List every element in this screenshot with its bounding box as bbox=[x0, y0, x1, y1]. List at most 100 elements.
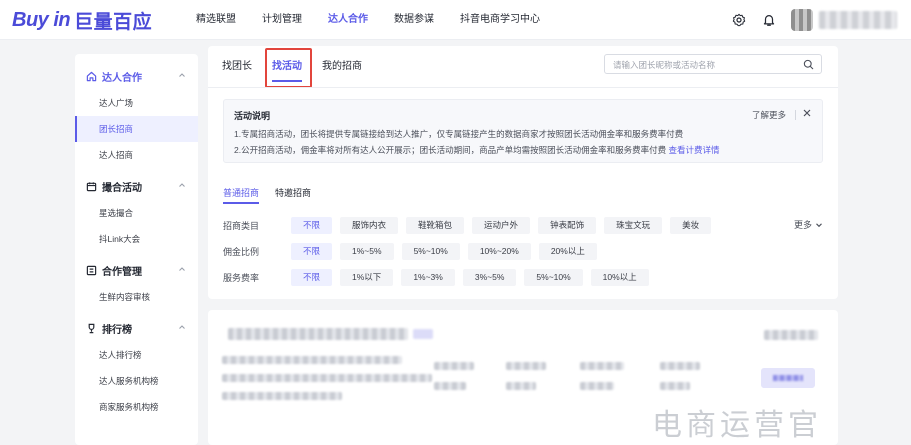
sidebar-group-influencer-cooperation[interactable]: 达人合作 bbox=[75, 62, 198, 90]
filter-chip[interactable]: 5%~10% bbox=[401, 242, 460, 260]
more-filters-label: 更多 bbox=[793, 220, 812, 230]
sidebar-group-rankings[interactable]: 排行榜 bbox=[75, 314, 198, 342]
more-filters-button[interactable]: 更多 bbox=[794, 218, 823, 231]
filter-chip[interactable]: 20%以上 bbox=[538, 242, 597, 260]
filter-chip[interactable]: 10%~20% bbox=[467, 242, 531, 260]
annotation-highlight-box bbox=[265, 48, 312, 88]
subtab-normal-recruitment[interactable]: 普通招商 bbox=[223, 186, 260, 204]
user-name-blurred[interactable] bbox=[819, 11, 897, 29]
chevron-down-icon bbox=[816, 222, 822, 227]
trophy-icon bbox=[85, 322, 97, 334]
filter-chip[interactable]: 不限 bbox=[291, 268, 333, 286]
billing-details-link[interactable]: 查看计费详情 bbox=[668, 145, 719, 155]
tab-find-leader[interactable]: 找团长 bbox=[222, 54, 252, 80]
sidebar-item-douyin-link[interactable]: 抖Link大会 bbox=[75, 226, 198, 252]
filter-label: 招商类目 bbox=[223, 220, 260, 231]
sidebar-group-label: 排行榜 bbox=[102, 324, 132, 336]
sidebar-item-fresh-content-review[interactable]: 生鲜内容审核 bbox=[75, 284, 198, 310]
tab-my-recruitment[interactable]: 我的招商 bbox=[322, 54, 362, 80]
filter-label: 佣金比例 bbox=[223, 246, 260, 257]
blurred-text bbox=[222, 356, 402, 364]
filter-chip[interactable]: 珠宝文玩 bbox=[604, 216, 663, 234]
search-input[interactable]: 请输入团长昵称或活动名称 bbox=[604, 54, 822, 74]
subtab-invited-recruitment[interactable]: 特邀招商 bbox=[275, 186, 311, 199]
blurred-meta bbox=[764, 330, 818, 340]
filter-chip[interactable]: 运动户外 bbox=[472, 216, 531, 234]
sidebar-item-influencer-plaza[interactable]: 达人广场 bbox=[75, 90, 198, 116]
filter-chip[interactable]: 钟表配饰 bbox=[538, 216, 597, 234]
top-navigation-bar: Buy in 巨量百应 精选联盟 计划管理 达人合作 数据参谋 抖音电商学习中心 bbox=[0, 0, 911, 40]
header-actions bbox=[731, 0, 911, 40]
logo-text-en: Buy in bbox=[12, 8, 71, 31]
gear-icon[interactable] bbox=[731, 12, 747, 28]
search-placeholder: 请输入团长昵称或活动名称 bbox=[613, 60, 716, 70]
buyin-logo[interactable]: Buy in 巨量百应 bbox=[12, 8, 153, 33]
filter-label: 服务费率 bbox=[223, 272, 260, 283]
notice-line-2-text: 2.公开招商活动，佣金率将对所有达人公开展示；团长活动期间，商品产单均需按照团长… bbox=[234, 145, 667, 155]
blurred-text bbox=[222, 374, 432, 382]
filter-chip[interactable]: 不限 bbox=[291, 216, 333, 234]
chevron-up-icon bbox=[179, 267, 185, 271]
logo-text-cn: 巨量百应 bbox=[74, 11, 153, 33]
nav-item-influencer-cooperation[interactable]: 达人合作 bbox=[328, 0, 368, 40]
chevron-up-icon bbox=[179, 183, 185, 187]
blurred-stat bbox=[580, 382, 614, 390]
filter-chip[interactable]: 1%~5% bbox=[340, 242, 394, 260]
home-icon bbox=[85, 70, 97, 82]
main-panel: 找团长 找活动 我的招商 请输入团长昵称或活动名称 活动说明 了解更多 1.专属… bbox=[208, 46, 838, 299]
notice-title: 活动说明 bbox=[234, 111, 271, 121]
notice-separator bbox=[795, 110, 796, 120]
filter-chip[interactable]: 5%~10% bbox=[524, 268, 583, 286]
sidebar-item-influencer-ranking[interactable]: 达人排行榜 bbox=[75, 342, 198, 368]
blurred-stat bbox=[660, 382, 690, 390]
filter-chip[interactable]: 不限 bbox=[291, 242, 333, 260]
blurred-stat bbox=[434, 382, 466, 390]
chevron-up-icon bbox=[179, 325, 185, 329]
blurred-stat bbox=[506, 362, 546, 370]
blurred-stat bbox=[506, 382, 536, 390]
nav-item-learning-center[interactable]: 抖音电商学习中心 bbox=[460, 0, 540, 40]
search-icon[interactable] bbox=[803, 59, 814, 70]
blurred-text bbox=[222, 392, 342, 400]
filter-chip[interactable]: 1%以下 bbox=[340, 268, 394, 286]
nav-item-plan-management[interactable]: 计划管理 bbox=[262, 0, 302, 40]
blurred-action-button[interactable] bbox=[761, 368, 815, 388]
close-icon[interactable] bbox=[802, 108, 812, 118]
sidebar: 达人合作 达人广场 团长招商 达人招商 撮合活动 星选撮合 抖Link大会 合作… bbox=[75, 54, 198, 445]
filter-chip[interactable]: 服饰内衣 bbox=[340, 216, 399, 234]
blurred-stat bbox=[434, 362, 474, 370]
avatar[interactable] bbox=[791, 9, 813, 31]
filter-row-category: 招商类目 不限 服饰内衣 鞋靴箱包 运动户外 钟表配饰 珠宝文玩 美妆 bbox=[223, 216, 719, 234]
filter-row-service-fee: 服务费率 不限 1%以下 1%~3% 3%~5% 5%~10% 10%以上 bbox=[223, 268, 657, 286]
filter-chip[interactable]: 1%~3% bbox=[401, 268, 455, 286]
filter-chip[interactable]: 鞋靴箱包 bbox=[406, 216, 465, 234]
blurred-stat bbox=[580, 362, 624, 370]
sidebar-item-merchant-agency-ranking[interactable]: 商家服务机构榜 bbox=[75, 394, 198, 420]
sidebar-group-matchmaking[interactable]: 撮合活动 bbox=[75, 172, 198, 200]
sidebar-group-cooperation-management[interactable]: 合作管理 bbox=[75, 256, 198, 284]
sidebar-group-label: 达人合作 bbox=[102, 72, 142, 84]
learn-more-link[interactable]: 了解更多 bbox=[752, 109, 786, 121]
watermark-text: 电商运营官 bbox=[652, 408, 822, 443]
activity-notice: 活动说明 了解更多 1.专属招商活动，团长将提供专属链接给到达人推广，仅专属链接… bbox=[223, 99, 823, 163]
blurred-stat bbox=[660, 362, 700, 370]
sidebar-item-leader-recruitment[interactable]: 团长招商 bbox=[75, 116, 198, 142]
notice-line-2: 2.公开招商活动，佣金率将对所有达人公开展示；团长活动期间，商品产单均需按照团长… bbox=[234, 144, 720, 156]
calendar-icon bbox=[85, 180, 97, 192]
tab-divider bbox=[208, 87, 838, 88]
notice-line-1: 1.专属招商活动，团长将提供专属链接给到达人推广，仅专属链接产生的数据商家才按照… bbox=[234, 129, 684, 139]
filter-chip[interactable]: 10%以上 bbox=[590, 268, 649, 286]
sidebar-group-label: 撮合活动 bbox=[102, 182, 142, 194]
nav-item-data-advisor[interactable]: 数据参谋 bbox=[394, 0, 434, 40]
sidebar-item-star-match[interactable]: 星选撮合 bbox=[75, 200, 198, 226]
sidebar-item-influencer-agency-ranking[interactable]: 达人服务机构榜 bbox=[75, 368, 198, 394]
filter-row-commission: 佣金比例 不限 1%~5% 5%~10% 10%~20% 20%以上 bbox=[223, 242, 605, 260]
nav-item-selected-alliance[interactable]: 精选联盟 bbox=[196, 0, 236, 40]
bell-icon[interactable] bbox=[761, 12, 777, 28]
sidebar-item-influencer-recruitment[interactable]: 达人招商 bbox=[75, 142, 198, 168]
filter-chip[interactable]: 美妆 bbox=[670, 216, 712, 234]
recruitment-type-tabs: 普通招商 特邀招商 bbox=[223, 186, 327, 204]
list-icon bbox=[85, 264, 97, 276]
filter-chip[interactable]: 3%~5% bbox=[462, 268, 517, 286]
main-nav: 精选联盟 计划管理 达人合作 数据参谋 抖音电商学习中心 bbox=[196, 0, 566, 40]
